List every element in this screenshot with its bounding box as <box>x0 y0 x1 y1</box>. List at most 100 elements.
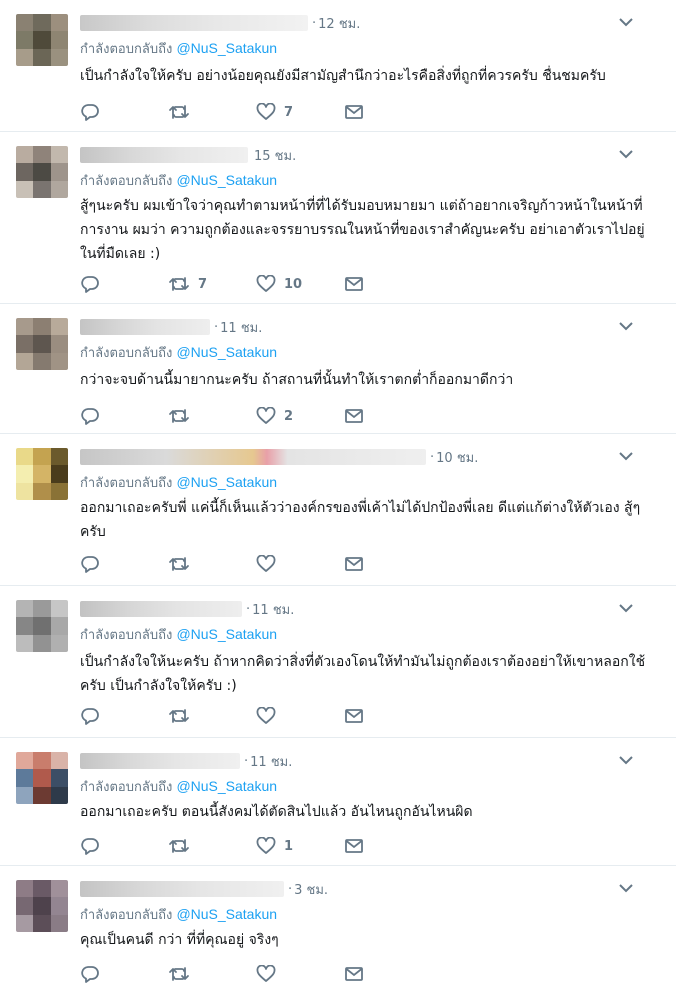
avatar[interactable] <box>16 14 68 66</box>
reply-handle-link[interactable]: @NuS_Satakun <box>176 172 277 188</box>
tweet-actions: 7 10 <box>80 272 384 296</box>
reply-icon <box>81 708 99 725</box>
avatar-pixel <box>50 634 68 652</box>
avatar[interactable] <box>16 880 68 932</box>
reply-button[interactable] <box>80 704 168 728</box>
avatar-pixel <box>50 482 68 500</box>
tweet-actions: 1 <box>80 834 384 858</box>
chevron-down-icon[interactable] <box>616 600 636 616</box>
direct-message-button[interactable] <box>344 100 384 124</box>
tweet-timestamp[interactable]: 10 ชม. <box>436 447 478 468</box>
avatar[interactable] <box>16 318 68 370</box>
envelope-icon <box>345 709 363 723</box>
retweet-button[interactable] <box>168 404 256 428</box>
reply-handle-link[interactable]: @NuS_Satakun <box>176 906 277 922</box>
avatar-pixel <box>33 465 51 483</box>
reply-handle-link[interactable]: @NuS_Satakun <box>176 40 277 56</box>
tweet-timestamp[interactable]: 11 ชม. <box>250 751 292 772</box>
reply-button[interactable] <box>80 100 168 124</box>
blurred-username[interactable] <box>80 881 284 897</box>
like-button[interactable] <box>256 962 344 986</box>
retweet-button[interactable]: 7 <box>168 272 256 296</box>
tweet-timestamp[interactable]: 11 ชม. <box>252 599 294 620</box>
reply-handle-link[interactable]: @NuS_Satakun <box>176 626 277 642</box>
avatar-pixel <box>16 482 34 500</box>
avatar-pixel <box>16 146 34 164</box>
avatar[interactable] <box>16 600 68 652</box>
chevron-down-icon[interactable] <box>616 318 636 334</box>
avatar-pixel <box>50 163 68 181</box>
blurred-username[interactable] <box>80 601 242 617</box>
chevron-down-icon[interactable] <box>616 448 636 464</box>
like-button[interactable] <box>256 552 344 576</box>
direct-message-button[interactable] <box>344 834 384 858</box>
tweet-timestamp[interactable]: 3 ชม. <box>294 879 328 900</box>
blurred-username[interactable] <box>80 319 210 335</box>
avatar-pixel <box>33 146 51 164</box>
avatar-pixel <box>50 48 68 66</box>
tweet-timestamp[interactable]: 12 ชม. <box>318 13 360 34</box>
reply-handle-link[interactable]: @NuS_Satakun <box>176 344 277 360</box>
avatar[interactable] <box>16 448 68 500</box>
retweet-button[interactable] <box>168 962 256 986</box>
avatar-pixel <box>16 318 34 336</box>
blurred-username[interactable] <box>80 15 308 31</box>
reply-button[interactable] <box>80 552 168 576</box>
tweet-header: · 11 ชม. <box>80 750 292 772</box>
tweet-header: · 3 ชม. <box>80 878 328 900</box>
tweet[interactable]: · 12 ชม. กำลังตอบกลับถึง @NuS_Satakun เป… <box>0 0 676 132</box>
direct-message-button[interactable] <box>344 404 384 428</box>
avatar-pixel <box>33 600 51 618</box>
tweet-timestamp[interactable]: 15 ชม. <box>254 145 296 166</box>
tweet[interactable]: · 11 ชม. กำลังตอบกลับถึง @NuS_Satakun กว… <box>0 304 676 434</box>
avatar-pixel <box>50 617 68 635</box>
heart-icon <box>256 965 276 982</box>
tweet-header: · 11 ชม. <box>80 316 262 338</box>
like-button[interactable]: 7 <box>256 100 344 124</box>
reply-button[interactable] <box>80 962 168 986</box>
direct-message-button[interactable] <box>344 962 384 986</box>
like-button[interactable]: 2 <box>256 404 344 428</box>
avatar[interactable] <box>16 752 68 804</box>
reply-handle-link[interactable]: @NuS_Satakun <box>176 474 277 490</box>
blurred-username[interactable] <box>80 753 240 769</box>
tweet[interactable]: · 11 ชม. กำลังตอบกลับถึง @NuS_Satakun ออ… <box>0 738 676 866</box>
reply-handle-link[interactable]: @NuS_Satakun <box>176 778 277 794</box>
retweet-button[interactable] <box>168 834 256 858</box>
avatar-pixel <box>16 880 34 898</box>
reply-button[interactable] <box>80 404 168 428</box>
tweet[interactable]: · 3 ชม. กำลังตอบกลับถึง @NuS_Satakun คุณ… <box>0 866 676 1008</box>
retweet-button[interactable] <box>168 552 256 576</box>
avatar-pixel <box>50 448 68 466</box>
chevron-down-icon[interactable] <box>616 146 636 162</box>
reply-prefix: กำลังตอบกลับถึง <box>80 476 173 491</box>
like-button[interactable]: 1 <box>256 834 344 858</box>
avatar-pixel <box>50 465 68 483</box>
reply-button[interactable] <box>80 272 168 296</box>
blurred-username[interactable] <box>80 449 426 465</box>
chevron-down-icon[interactable] <box>616 880 636 896</box>
retweet-button[interactable] <box>168 100 256 124</box>
blurred-username[interactable] <box>80 147 248 163</box>
avatar-pixel <box>33 634 51 652</box>
reply-prefix: กำลังตอบกลับถึง <box>80 346 173 361</box>
direct-message-button[interactable] <box>344 552 384 576</box>
reply-button[interactable] <box>80 834 168 858</box>
replying-to: กำลังตอบกลับถึง @NuS_Satakun <box>80 38 277 59</box>
chevron-down-icon[interactable] <box>616 752 636 768</box>
avatar[interactable] <box>16 146 68 198</box>
envelope-icon <box>345 557 363 571</box>
like-button[interactable] <box>256 704 344 728</box>
tweet[interactable]: · 11 ชม. กำลังตอบกลับถึง @NuS_Satakun เป… <box>0 586 676 738</box>
direct-message-button[interactable] <box>344 272 384 296</box>
tweet[interactable]: 15 ชม. กำลังตอบกลับถึง @NuS_Satakun สู้ๆ… <box>0 132 676 304</box>
reply-prefix: กำลังตอบกลับถึง <box>80 908 173 923</box>
chevron-down-icon[interactable] <box>616 14 636 30</box>
tweet-timestamp[interactable]: 11 ชม. <box>220 317 262 338</box>
retweet-button[interactable] <box>168 704 256 728</box>
tweet[interactable]: · 10 ชม. กำลังตอบกลับถึง @NuS_Satakun ออ… <box>0 434 676 586</box>
like-button[interactable]: 10 <box>256 272 344 296</box>
direct-message-button[interactable] <box>344 704 384 728</box>
avatar-pixel <box>50 146 68 164</box>
envelope-icon <box>345 409 363 423</box>
